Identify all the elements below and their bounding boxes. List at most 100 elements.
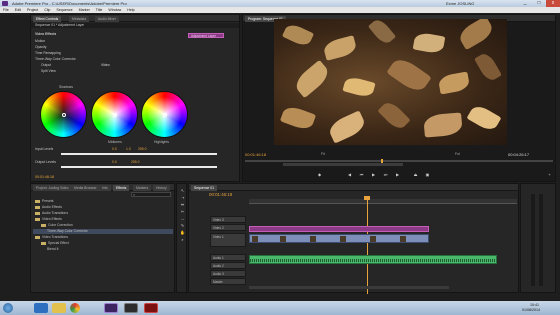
zoom-tool-icon[interactable]: ⌕ [179,237,186,243]
tab-media-browser[interactable]: Media Browser [71,185,100,191]
clock-date[interactable]: 01/08/2014 [522,308,540,312]
split-view-label[interactable]: Split View [41,69,56,73]
mark-in-button[interactable]: ◆ [316,172,323,177]
razor-tool-icon[interactable]: ✂ [179,209,186,215]
highlights-color-wheel[interactable] [141,91,188,138]
go-to-in-button[interactable]: ⏮ [358,172,365,177]
effects-tree-item[interactable]: Video Effects [35,217,62,222]
midtones-color-wheel[interactable] [91,91,138,138]
effect-row-three-way-color-corrector[interactable]: Three-Way Color Corrector [35,57,76,61]
clock-time[interactable]: 15:41 [530,303,539,307]
track-select-tool-icon[interactable]: ⇢ [179,195,186,201]
ripple-edit-tool-icon[interactable]: ⇹ [179,202,186,208]
premiere-pro-taskbar-icon[interactable] [104,303,118,313]
adjustment-layer-timeline-clip[interactable] [249,226,429,232]
tab-effect-controls[interactable]: Effect Controls [33,16,62,22]
menu-sequence[interactable]: Sequence [56,7,72,13]
input-level-gray[interactable]: 1.0 [126,147,131,151]
program-current-time[interactable]: 00:01:46:18 [245,152,266,157]
tab-info[interactable]: Info [99,185,111,191]
close-button[interactable]: x [546,0,560,7]
input-level-black[interactable]: 0.0 [112,147,117,151]
user-name[interactable]: Exme JOSLING [446,1,474,6]
track-header-video-1[interactable]: Video 1 [210,233,246,247]
audio-clip[interactable] [249,255,497,264]
zoom-dropdown[interactable]: Fit [321,152,325,156]
adjustment-layer-clip[interactable]: Adjustment Layer [188,33,224,38]
effect-row-opacity[interactable]: Opacity [35,45,47,49]
effects-tree-item[interactable]: Presets [35,199,54,204]
track-header-audio-2[interactable]: Audio 2 [210,262,246,269]
output-dropdown[interactable]: Video [101,63,110,67]
timeline-scrollbar[interactable] [249,286,449,289]
timeline-playhead[interactable] [367,198,368,294]
hand-tool-icon[interactable]: ✋ [179,230,186,236]
export-frame-button[interactable]: ▣ [424,172,431,177]
encore-icon[interactable] [124,303,138,313]
input-level-white[interactable]: 255.0 [138,147,147,151]
menu-edit[interactable]: Edit [15,7,21,13]
effects-search-input[interactable]: ⌕ [131,192,171,197]
maximize-button[interactable]: □ [532,0,546,7]
effect-row-motion[interactable]: Motion [35,39,45,43]
tab-metadata[interactable]: Metadata [69,16,90,22]
tab-project[interactable]: Project: Josling Video [33,185,72,191]
midtones-wheel-handle[interactable] [113,113,117,117]
tab-effects[interactable]: Effects [113,185,130,191]
track-header-audio-1[interactable]: Audio 1 [210,254,246,261]
slip-tool-icon[interactable]: ↔ [179,216,186,222]
menu-clip[interactable]: Clip [44,7,50,13]
output-level-white[interactable]: 255.0 [131,160,140,164]
effects-tree-item[interactable]: Audio Effects [35,205,62,210]
tab-audio-mixer[interactable]: Audio Mixer [95,16,119,22]
effect-controls-timecode[interactable]: 00:01:46:18 [35,175,54,179]
effects-tree-item[interactable]: Special Effect [41,241,69,246]
start-button-icon[interactable] [3,303,13,313]
acrobat-icon[interactable] [144,303,158,313]
program-scrub-bar[interactable] [245,159,553,163]
input-levels-slider[interactable] [61,153,217,155]
track-header-video-3[interactable]: Video 3 [210,216,246,223]
shadows-wheel-handle[interactable] [62,113,66,117]
tab-markers[interactable]: Markers [133,185,152,191]
shadows-color-wheel[interactable] [40,91,87,138]
panel-menu-button[interactable]: + [546,172,553,177]
playhead-handle[interactable] [364,196,370,200]
play-button[interactable]: ▶ [370,172,377,177]
program-video-frame[interactable] [274,19,507,145]
menu-marker[interactable]: Marker [79,7,90,13]
tab-history[interactable]: History [153,185,170,191]
selection-tool-icon[interactable]: ↖ [179,188,186,194]
file-explorer-icon[interactable] [52,303,66,313]
track-header-video-2[interactable]: Video 2 [210,224,246,231]
step-back-button[interactable]: ◀ [346,172,353,177]
lift-button[interactable]: ⏏ [412,172,419,177]
go-to-out-button[interactable]: ⏭ [382,172,389,177]
tab-sequence-01[interactable]: Sequence 01 [191,185,217,191]
output-levels-slider[interactable] [61,166,217,168]
chrome-icon[interactable] [70,303,80,313]
effects-tree-item[interactable]: Video Transitions [35,235,68,240]
menu-file[interactable]: File [3,7,9,13]
minimize-button[interactable]: _ [518,0,532,7]
effect-row-time-remapping[interactable]: Time Remapping [35,51,61,55]
timeline-timecode[interactable]: 00:01:46:18 [209,192,232,197]
pen-tool-icon[interactable]: ✎ [179,223,186,229]
menu-title[interactable]: Title [96,7,103,13]
step-forward-button[interactable]: ▶ [394,172,401,177]
effects-tree-item[interactable]: Color Correction [41,223,73,228]
quality-dropdown[interactable]: Full [455,152,460,156]
menu-project[interactable]: Project [27,7,38,13]
video-clip[interactable] [249,234,429,243]
internet-explorer-icon[interactable] [34,303,48,313]
program-zoom-bar[interactable] [283,163,403,166]
menu-window[interactable]: Window [108,7,121,13]
track-header-audio-3[interactable]: Audio 3 [210,270,246,277]
effects-tree-item[interactable]: Audio Transitions [35,211,68,216]
track-header-master[interactable]: Master [210,278,246,285]
effects-tree-item[interactable]: Blend It [47,247,59,252]
menu-help[interactable]: Help [127,7,134,13]
effects-tree-item-selected[interactable]: Three-Way Color Corrector [33,229,173,234]
output-level-black[interactable]: 0.0 [112,160,117,164]
time-ruler[interactable] [249,199,517,204]
